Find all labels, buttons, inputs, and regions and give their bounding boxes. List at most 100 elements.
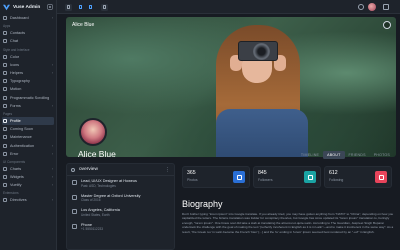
sidebar-item-label: Widgets (10, 175, 24, 180)
tab-about[interactable]: ABOUT (323, 151, 345, 159)
sidebar-item-label: Motion (10, 87, 22, 92)
overview-card: overview ⋮ Lead, UI/UX Designer at Howeu… (66, 163, 175, 250)
stat-badge (304, 171, 316, 183)
detail-primary: Lead, UI/UX Designer at Howeus (81, 179, 137, 183)
sidebar-item-widgets[interactable]: Widgets › (0, 173, 56, 181)
nav-icon (3, 62, 7, 67)
detail-icon (72, 180, 77, 185)
apps-icon[interactable] (383, 4, 389, 10)
info-icon (71, 167, 75, 172)
stat-card-following: 612 Following (324, 166, 392, 188)
brand-name: Vuse Admin (13, 4, 41, 10)
pages-icon (88, 5, 93, 9)
cover-photo-lens (253, 43, 270, 60)
stat-card-photos: 365 Photos (182, 166, 250, 188)
sidebar-item-helpers[interactable]: Helpers › (0, 69, 56, 77)
sidebar-item-contacts[interactable]: Contacts (0, 29, 56, 37)
detail-secondary: +1 5550112233 (81, 227, 104, 232)
sidebar-item-dashboard[interactable]: Dashboard › (0, 14, 56, 22)
stat-badge (375, 171, 387, 183)
nav-icon (3, 39, 7, 44)
sidebar-item-label: Vuetify (10, 183, 22, 188)
tab-timeline[interactable]: TIMELINE (297, 151, 323, 159)
chevron-right-icon: › (51, 183, 53, 188)
profile-name: Alice Blue (78, 149, 116, 159)
sidebar-item-label: Maintenance (10, 135, 32, 140)
cover-title: Alice Blue (72, 22, 95, 28)
sidebar-item-icons[interactable]: Icons › (0, 61, 56, 69)
cover-photo-shirt (216, 109, 308, 157)
sidebar-item-forms[interactable]: Forms › (0, 102, 56, 110)
brand[interactable]: Vuse Admin (0, 0, 56, 14)
share-button[interactable] (77, 4, 84, 11)
share-icon (78, 5, 83, 9)
list-item: Phone +1 5550112233 (67, 220, 174, 235)
sidebar-item-label: Programmatic Scrolling (10, 95, 50, 100)
detail-icon (72, 209, 77, 215)
sidebar: Vuse Admin Dashboard › Apps Contacts Chat Sty… (0, 0, 57, 250)
sidebar-item-directives[interactable]: Directives › (0, 196, 56, 204)
sidebar-item-maintenance[interactable]: Maintenance (0, 133, 56, 141)
chevron-right-icon: › (51, 143, 53, 148)
sidebar-nav: Dashboard › Apps Contacts Chat Style and Inte… (0, 14, 56, 205)
detail-text: Master Degree at Oxford University Class… (81, 194, 141, 203)
nav-icon (3, 103, 7, 108)
nav-icon (3, 127, 7, 132)
detail-secondary: Past: ASD, Technologies (81, 183, 116, 188)
nav-icon (3, 166, 7, 171)
sidebar-item-charts[interactable]: Charts › (0, 165, 56, 173)
sidebar-item-label: Authentication (10, 143, 35, 148)
sidebar-item-vuetify[interactable]: Vuetify › (0, 181, 56, 189)
tab-friends[interactable]: FRIENDS (345, 151, 370, 159)
menu-icon (66, 5, 71, 9)
sidebar-section-title: Pages (3, 111, 13, 116)
detail-text: Lead, UI/UX Designer at Howeus Past: ASD… (81, 179, 137, 188)
followers-icon (307, 174, 313, 180)
sidebar-item-typography[interactable]: Typography (0, 77, 56, 85)
detail-text: Los Angeles, California United States, E… (81, 208, 120, 217)
sidebar-item-color[interactable]: Color (0, 53, 56, 61)
sidebar-section-title: Extensions (3, 191, 19, 196)
menu-button[interactable] (65, 3, 72, 11)
sidebar-item-authentication[interactable]: Authentication › (0, 141, 56, 149)
topbar (57, 0, 400, 14)
pages-button[interactable] (87, 4, 94, 11)
settings-icon[interactable] (358, 4, 364, 10)
list-item: Master Degree at Oxford University Class… (67, 191, 174, 206)
change-cover-icon[interactable] (383, 21, 391, 29)
sidebar-item-label: Coming Soon (10, 127, 34, 132)
nav-icon (3, 198, 7, 203)
nav-icon (3, 31, 7, 36)
list-item: Los Angeles, California United States, E… (67, 205, 174, 220)
sidebar-item-label: Charts (10, 166, 22, 171)
tab-photos[interactable]: PHOTOS (370, 151, 394, 159)
sidebar-item-chat[interactable]: Chat (0, 37, 56, 45)
sidebar-item-label: Forms (10, 103, 21, 108)
nav-icon (3, 118, 7, 123)
user-avatar[interactable] (368, 3, 376, 11)
chevron-right-icon: › (51, 103, 53, 108)
overview-title: overview (79, 167, 98, 172)
stat-badge (233, 171, 245, 183)
sidebar-item-coming-soon[interactable]: Coming Soon (0, 125, 56, 133)
chevron-right-icon: › (51, 16, 53, 21)
biography-text: Don't bother typing "lorem ipsum" into G… (182, 212, 394, 234)
detail-secondary: Class of 2016 (81, 198, 101, 203)
more-icon[interactable]: ⋮ (165, 167, 170, 173)
profile-avatar[interactable] (79, 118, 107, 146)
sidebar-item-motion[interactable]: Motion (0, 85, 56, 93)
nav-icon (3, 175, 7, 180)
grid-button[interactable] (101, 3, 108, 11)
sidebar-item-programmatic-scrolling[interactable]: Programmatic Scrolling (0, 94, 56, 102)
chevron-right-icon: › (51, 71, 53, 76)
sidebar-item-label: Directives (10, 198, 27, 203)
sidebar-item-profile[interactable]: Profile (2, 116, 54, 126)
sidebar-toggle-icon[interactable] (47, 4, 53, 10)
profile-cover: Alice Blue (66, 17, 396, 157)
sidebar-item-label: Profile (10, 118, 21, 123)
sidebar-item-error[interactable]: Error › (0, 150, 56, 158)
biography-title: Biography (182, 199, 223, 209)
sidebar-item-label: Helpers (10, 71, 24, 76)
detail-primary: Los Angeles, California (81, 208, 120, 213)
chevron-right-icon: › (51, 151, 53, 156)
